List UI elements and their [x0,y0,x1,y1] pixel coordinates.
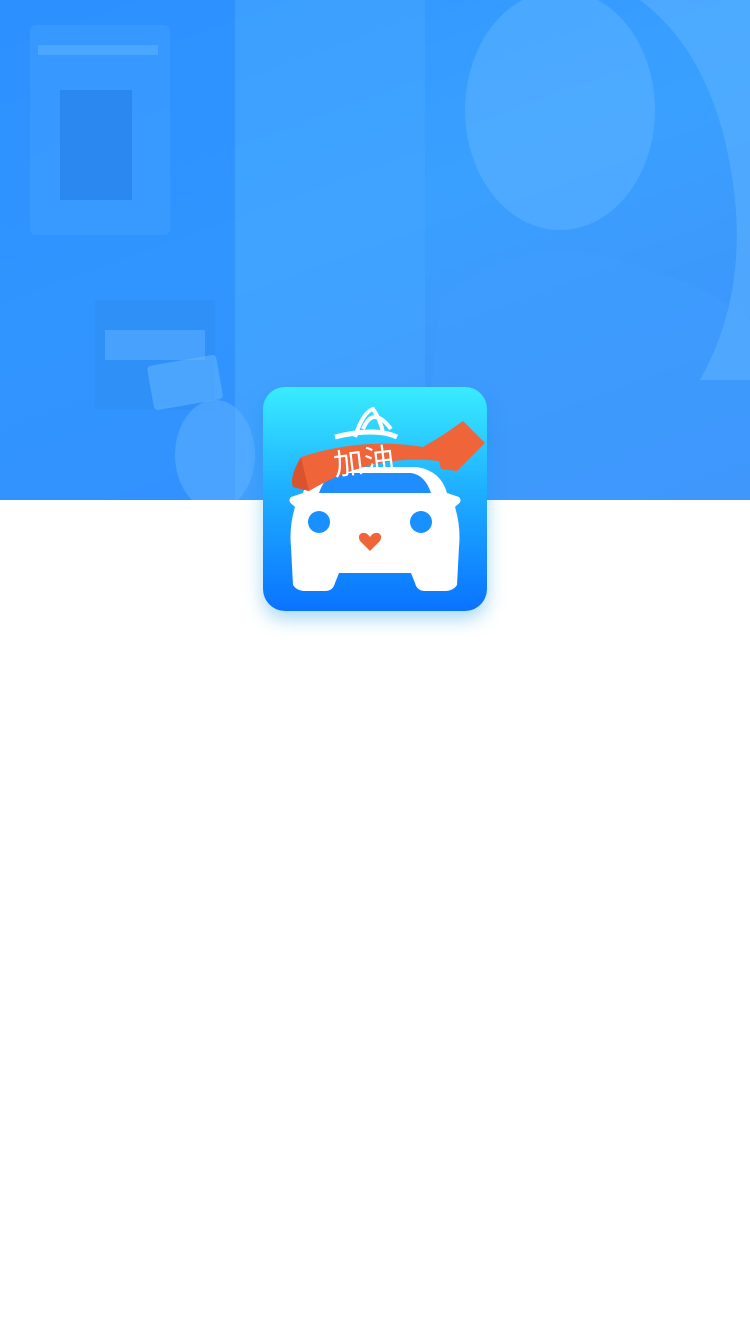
car-with-ribbon-icon [289,406,485,591]
app-logo-text: 加油 [331,441,398,484]
splash-screen: 加油 [0,0,750,1334]
app-logo-icon: 加油 [263,387,487,611]
